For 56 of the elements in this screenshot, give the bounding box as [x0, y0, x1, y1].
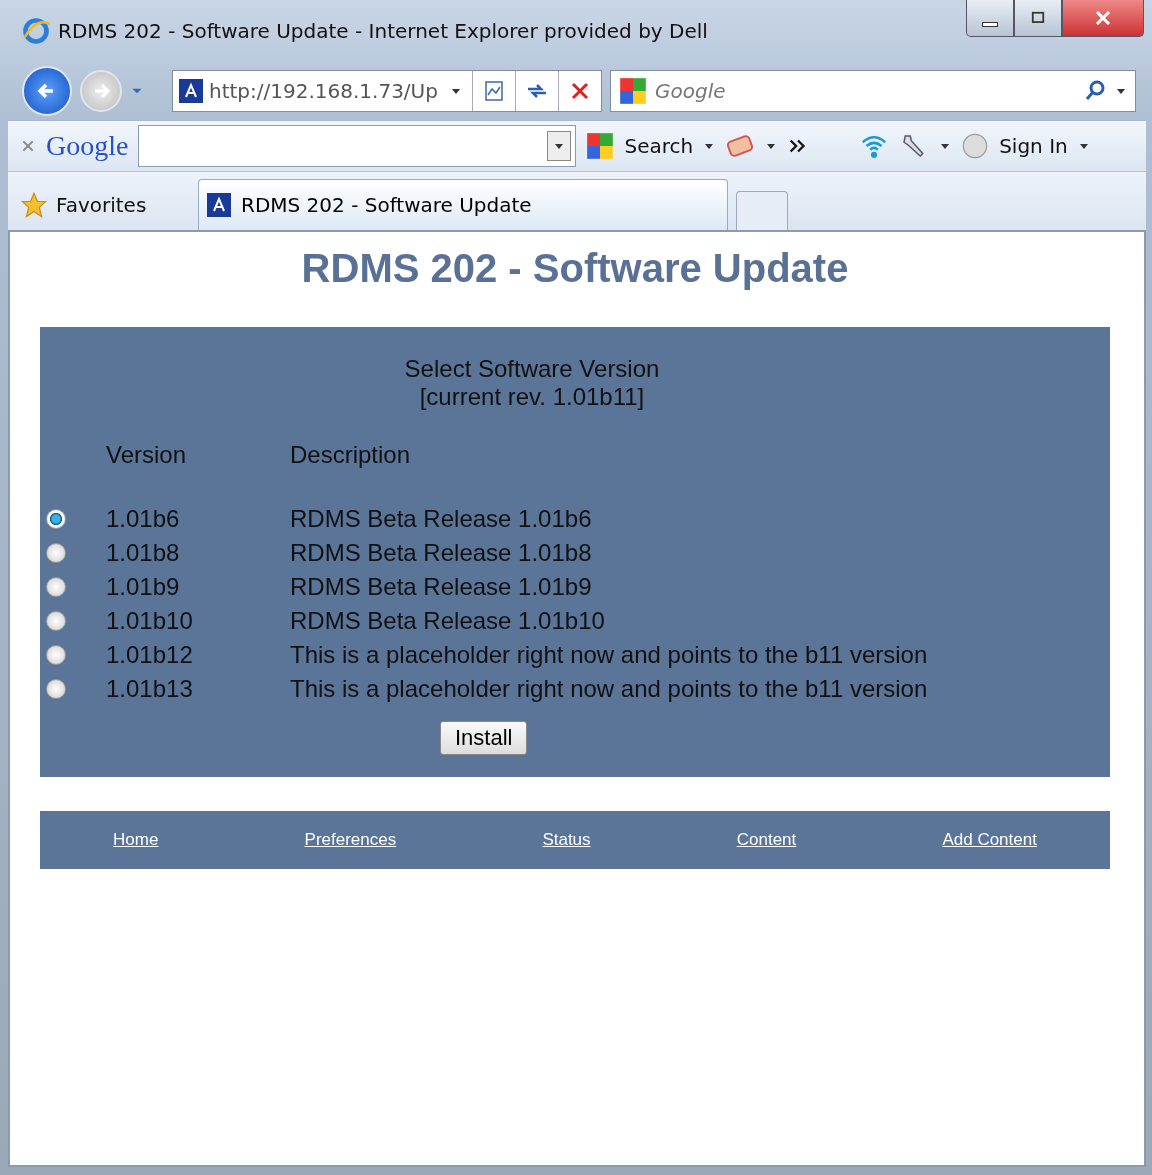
back-button[interactable]: [22, 66, 72, 116]
version-cell-text: 1.01b13: [106, 675, 194, 703]
star-icon: [20, 191, 48, 219]
maximize-button[interactable]: [1014, 0, 1062, 37]
footer-link[interactable]: Home: [113, 830, 159, 850]
description-cell-text: This is a placeholder right now and points to the b11 version: [290, 641, 929, 669]
radio-button[interactable]: [46, 577, 66, 597]
search-button[interactable]: Search: [624, 134, 694, 158]
page-heading: RDMS 202 - Software Update: [300, 246, 850, 291]
close-icon: [1094, 9, 1112, 27]
close-icon: [20, 138, 36, 154]
minimize-icon: [982, 21, 998, 27]
description-cell-text: RDMS Beta Release 1.01b9: [290, 573, 593, 601]
minimize-button[interactable]: [966, 0, 1014, 37]
footer-link[interactable]: Content: [736, 830, 797, 850]
google-logo: Google: [46, 130, 129, 162]
radio-button[interactable]: [46, 611, 66, 631]
maximize-icon: [1031, 11, 1045, 25]
site-icon: [179, 79, 203, 103]
site-icon: [207, 193, 231, 217]
page-icon: [482, 79, 506, 103]
window-title: RDMS 202 - Software Update - Internet Explorer provided by Dell: [58, 19, 709, 43]
sign-in-button[interactable]: Sign In: [999, 134, 1068, 158]
close-button[interactable]: [1062, 0, 1144, 37]
description-cell-text: RDMS Beta Release 1.01b10: [290, 607, 606, 635]
browser-tab[interactable]: RDMS 202 - Software Update: [198, 179, 728, 230]
column-header: Version: [106, 441, 188, 469]
search-field[interactable]: Google: [610, 70, 1136, 112]
install-button[interactable]: Install: [440, 721, 528, 755]
description-cell-text: This is a placeholder right now and points to the b11 version: [290, 675, 929, 703]
version-cell-text: 1.01b9: [106, 573, 181, 601]
footer-link[interactable]: Add Content: [942, 830, 1037, 850]
google-icon: [619, 77, 647, 105]
version-cell-text: 1.01b10: [106, 607, 194, 635]
address-field[interactable]: http://192.168.1.73/Up: [172, 70, 602, 112]
description-cell-text: RDMS Beta Release 1.01b8: [290, 539, 593, 567]
radio-button[interactable]: [46, 679, 66, 699]
footer-link[interactable]: Status: [542, 830, 591, 850]
favorites-button[interactable]: Favorites: [20, 180, 190, 230]
radio-button[interactable]: [46, 509, 66, 529]
column-header: Description: [290, 441, 412, 469]
browser-icon: [22, 17, 50, 45]
dropdown-button[interactable]: [547, 131, 572, 161]
version-cell-text: 1.01b6: [106, 505, 181, 533]
footer-link[interactable]: Preferences: [304, 830, 397, 850]
current-revision: [current rev. 1.01b11]: [418, 383, 646, 411]
radio-button[interactable]: [46, 543, 66, 563]
version-cell-text: 1.01b8: [106, 539, 181, 567]
panel-title: Select Software Version: [403, 355, 661, 383]
radio-button[interactable]: [46, 645, 66, 665]
google-icon: [586, 132, 615, 160]
toolbar-search-field[interactable]: [138, 125, 577, 167]
search-icon: [1083, 79, 1107, 103]
version-cell-text: 1.01b12: [106, 641, 194, 669]
description-cell-text: RDMS Beta Release 1.01b6: [290, 505, 593, 533]
user-circle-icon: [961, 132, 990, 160]
